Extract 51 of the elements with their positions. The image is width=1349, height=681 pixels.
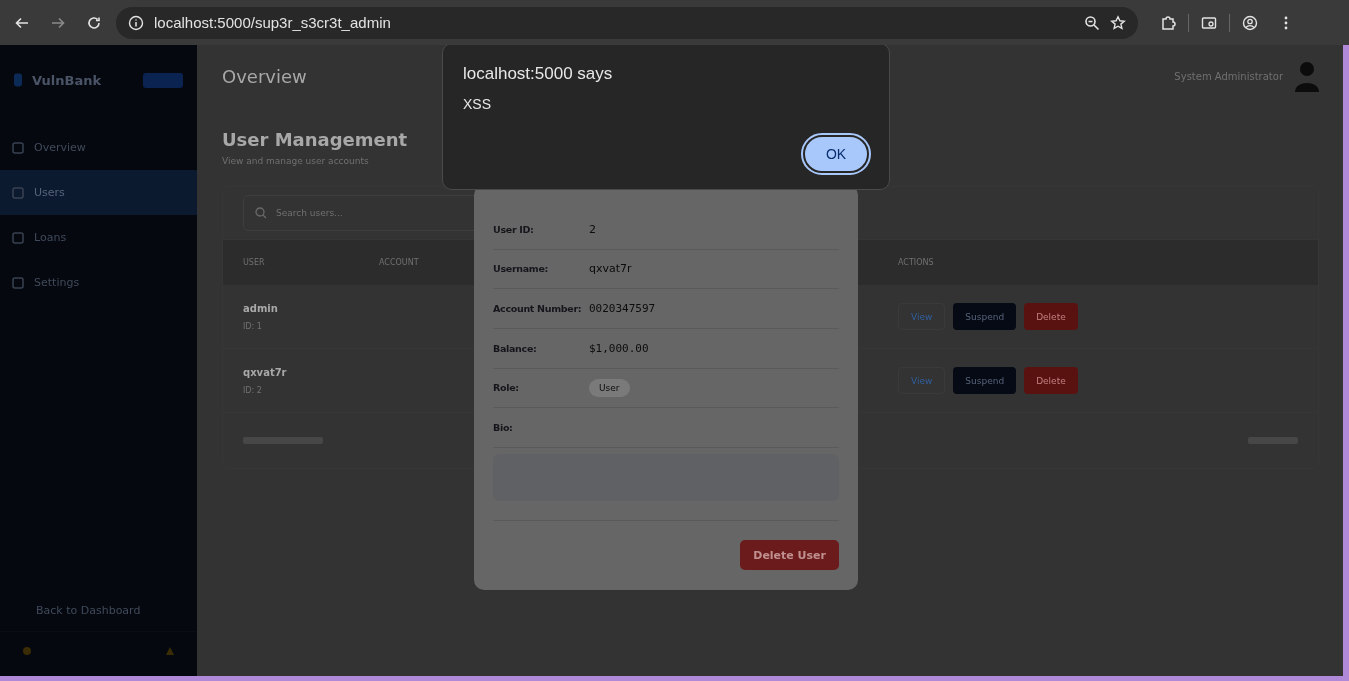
info-icon[interactable] [128,14,144,31]
star-icon[interactable] [1110,14,1126,31]
user-name-cell-text: admin [243,302,279,314]
field-label: Balance: [493,342,538,354]
shield-icon [14,72,22,88]
field-value: 2 [589,222,596,236]
action-button[interactable]: View [898,303,946,330]
puzzle-icon[interactable] [1160,14,1176,31]
column-header: ACTIONS [898,258,935,267]
sidebar-item[interactable]: Settings [0,260,197,305]
field-label: Account Number: [493,303,583,315]
alert-message: XSS [463,96,492,112]
action-button[interactable]: Delete [1024,367,1078,394]
field-value: qxvat7r [589,262,632,276]
nav-icon [12,231,24,244]
field-value: 0020347597 [589,302,656,316]
sidebar-item[interactable]: Loans [0,215,197,260]
column-header: ACCOUNT [379,258,420,267]
zoom-icon[interactable] [1084,14,1100,31]
nav-icon [12,186,24,199]
search-icon [255,207,267,219]
action-button[interactable]: Delete [1024,303,1078,330]
delete-user-button[interactable]: Delete User [740,540,839,570]
user-name: System Administrator [1174,70,1283,82]
user-name-cell-text: qxvat7r [243,366,288,378]
field-value: $1,000.00 [589,341,649,355]
user-id-cell-text: ID: 1 [243,321,263,331]
sidebar-item[interactable]: Users [0,170,197,215]
field-label: Bio: [493,422,514,434]
page-title: Overview [222,65,307,87]
role-badge: User [589,378,630,397]
reload-icon[interactable] [86,14,102,31]
back-link[interactable]: Back to Dashboard [0,591,197,631]
alert-origin: localhost:5000 says [463,64,614,84]
field-label: Role: [493,382,520,394]
address-bar[interactable]: localhost:5000/sup3r_s3cr3t_admin [116,6,1138,39]
url-text: localhost:5000/sup3r_s3cr3t_admin [154,14,391,31]
ok-button[interactable]: OK [803,135,869,173]
sidebar-item[interactable]: Overview [0,125,197,170]
field-label: Username: [493,263,550,275]
nav-icon [12,276,24,289]
nav-icon [12,141,24,154]
profile-icon[interactable] [1242,14,1258,31]
action-button[interactable]: Suspend [953,367,1017,394]
action-button[interactable]: Suspend [953,303,1017,330]
column-header: USER [243,258,266,267]
action-button[interactable]: View [898,367,946,394]
cast-search-icon[interactable] [1201,14,1217,31]
brand-name: VulnBank [32,72,103,88]
section-title: User Management [222,129,409,150]
role-badge [143,72,183,88]
